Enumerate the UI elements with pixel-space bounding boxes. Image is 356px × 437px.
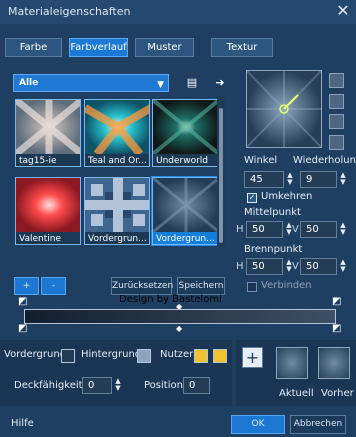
gradient-preview-blue-cross bbox=[85, 178, 149, 232]
mittel-v-input[interactable]: 50 ▲ ▼ bbox=[300, 221, 346, 238]
help-link[interactable]: Hilfe bbox=[11, 418, 34, 429]
current-gradient-preview[interactable] bbox=[276, 347, 308, 379]
mittel-h-label: H bbox=[236, 224, 244, 235]
bottom-left-stop-icon[interactable]: ◩ bbox=[18, 324, 27, 334]
hintergrund-swatch[interactable] bbox=[137, 349, 151, 363]
ok-button[interactable]: OK bbox=[231, 415, 285, 434]
gradient-thumbnail-tag15-ie[interactable]: tag15-ie bbox=[15, 99, 81, 167]
top-right-stop-icon[interactable]: ◩ bbox=[332, 297, 341, 307]
gradient-thumbnail-valentine[interactable]: Valentine bbox=[15, 177, 81, 245]
gradient-label: Vordergrun... bbox=[85, 232, 149, 244]
gradient-thumbnail-teal-orange[interactable]: Teal and Or... bbox=[84, 99, 150, 167]
gradient-label: tag15-ie bbox=[16, 154, 80, 166]
brenn-h-value: 50 bbox=[252, 261, 265, 272]
nutzer-label: Nutzer: bbox=[160, 349, 197, 360]
previous-gradient-preview[interactable] bbox=[318, 347, 350, 379]
gradient-label: Valentine bbox=[16, 232, 80, 244]
gradient-label: Teal and Or... bbox=[85, 154, 149, 166]
chevron-down-icon: ▼ bbox=[157, 80, 164, 90]
wiederholung-label: Wiederholung bbox=[293, 155, 356, 166]
hintergrund-label: Hintergrund: bbox=[81, 349, 145, 360]
gradient-preview-tag15-ie bbox=[16, 100, 80, 154]
position-input[interactable]: 0 bbox=[183, 377, 210, 394]
vordergrund-label: Vordergrund: bbox=[4, 349, 70, 360]
radial-gradient-style-button[interactable] bbox=[329, 114, 344, 129]
gradient-large-preview-art bbox=[246, 70, 322, 148]
spin-arrows-icon[interactable]: ▲ ▼ bbox=[338, 222, 348, 237]
gradient-filter-dropdown[interactable]: Alle ▼ bbox=[13, 74, 169, 92]
mittel-h-input[interactable]: 50 ▲ ▼ bbox=[246, 221, 292, 238]
gradient-editor-bar[interactable] bbox=[24, 309, 336, 324]
tab-textur[interactable]: Textur bbox=[211, 38, 273, 57]
position-value: 0 bbox=[189, 380, 196, 391]
linear-gradient-style-button[interactable] bbox=[329, 73, 344, 88]
vordergrund-swatch[interactable] bbox=[61, 349, 75, 363]
brenn-h-label: H bbox=[236, 261, 244, 272]
remove-gradient-button[interactable]: - bbox=[41, 277, 66, 295]
verbinden-checkbox[interactable] bbox=[247, 282, 257, 292]
add-button[interactable]: + bbox=[242, 347, 263, 368]
gradient-preview-underworld bbox=[153, 100, 217, 154]
mittel-h-value: 50 bbox=[252, 224, 265, 235]
nutzer-swatch[interactable] bbox=[194, 349, 208, 363]
gradient-preview-foreground bbox=[153, 178, 217, 232]
tab-muster[interactable]: Muster bbox=[135, 38, 194, 57]
deckfaehigkeit-label: Deckfähigkeit: bbox=[14, 380, 86, 391]
winkel-value: 45 bbox=[250, 174, 263, 185]
winkel-input[interactable]: 45 ▲ ▼ bbox=[244, 171, 293, 188]
brenn-v-input[interactable]: 50 ▲ ▼ bbox=[300, 258, 346, 275]
deckfaehigkeit-value: 0 bbox=[88, 380, 95, 391]
gradient-large-preview[interactable] bbox=[246, 70, 322, 148]
spin-arrows-icon[interactable]: ▲ ▼ bbox=[285, 172, 295, 187]
designer-watermark: Design by Bastelomi bbox=[119, 294, 222, 305]
export-arrow-icon[interactable]: ➜ bbox=[212, 75, 228, 91]
umkehren-label: Umkehren bbox=[261, 191, 313, 202]
save-button[interactable]: Speichern bbox=[177, 277, 225, 295]
mittel-v-value: 50 bbox=[306, 224, 319, 235]
gradient-preview-valentine bbox=[16, 178, 80, 232]
close-icon[interactable]: ✕ bbox=[334, 2, 352, 20]
gradient-filter-value: Alle bbox=[19, 78, 39, 88]
midpoint-bottom-icon[interactable]: ◆ bbox=[176, 324, 182, 334]
winkel-label: Winkel bbox=[244, 155, 278, 166]
brenn-v-label: V bbox=[292, 261, 299, 272]
sunburst-gradient-style-button[interactable] bbox=[329, 135, 344, 150]
verbinden-label: Verbinden bbox=[261, 280, 312, 291]
add-gradient-button[interactable]: + bbox=[14, 277, 39, 295]
spin-arrows-icon[interactable]: ▲ ▼ bbox=[338, 172, 348, 187]
mittelpunkt-label: Mittelpunkt bbox=[244, 207, 301, 218]
book-icon[interactable]: ▤ bbox=[184, 75, 200, 91]
spin-arrows-icon[interactable]: ▲ ▼ bbox=[338, 259, 348, 274]
window-title: Materialeigenschaften bbox=[8, 5, 131, 18]
position-label: Position: bbox=[144, 380, 187, 391]
gradient-label: Vordergrun... bbox=[153, 232, 217, 244]
reset-button[interactable]: Zurücksetzen bbox=[111, 277, 173, 295]
gradient-list-scroll-thumb[interactable] bbox=[219, 108, 223, 243]
gradient-preview-teal-orange bbox=[85, 100, 149, 154]
brenn-v-value: 50 bbox=[306, 261, 319, 272]
tab-farbe[interactable]: Farbe bbox=[5, 38, 62, 57]
vorher-label: Vorher bbox=[321, 388, 354, 399]
top-left-stop-icon[interactable]: ◩ bbox=[18, 297, 27, 307]
gradient-thumbnail-underworld[interactable]: Underworld bbox=[152, 99, 218, 167]
wiederholung-value: 9 bbox=[306, 174, 313, 185]
cancel-button[interactable]: Abbrechen bbox=[290, 415, 346, 434]
gradient-label: Underworld bbox=[153, 154, 217, 166]
nutzer-swatch-2[interactable] bbox=[213, 349, 227, 363]
aktuell-label: Aktuell bbox=[279, 388, 314, 399]
gradient-thumbnail-foreground[interactable]: Vordergrun... bbox=[152, 177, 218, 245]
bottom-right-stop-icon[interactable]: ◩ bbox=[332, 324, 341, 334]
tab-farbverlauf[interactable]: Farbverlauf bbox=[69, 38, 128, 57]
rectangular-gradient-style-button[interactable] bbox=[329, 94, 344, 109]
material-properties-window: Materialeigenschaften ✕ Farbe Farbverlau… bbox=[0, 0, 356, 437]
wiederholung-input[interactable]: 9 ▲ ▼ bbox=[300, 171, 346, 188]
gradient-thumbnail-blue-cross[interactable]: Vordergrun... bbox=[84, 177, 150, 245]
brenn-h-input[interactable]: 50 ▲ ▼ bbox=[246, 258, 292, 275]
umkehren-checkbox[interactable]: ✓ bbox=[247, 193, 257, 203]
deckfaehigkeit-input[interactable]: 0 ▲ ▼ bbox=[82, 377, 121, 394]
brennpunkt-label: Brennpunkt bbox=[244, 244, 303, 255]
mittel-v-label: V bbox=[292, 224, 299, 235]
spin-arrows-icon[interactable]: ▲ ▼ bbox=[113, 378, 123, 393]
